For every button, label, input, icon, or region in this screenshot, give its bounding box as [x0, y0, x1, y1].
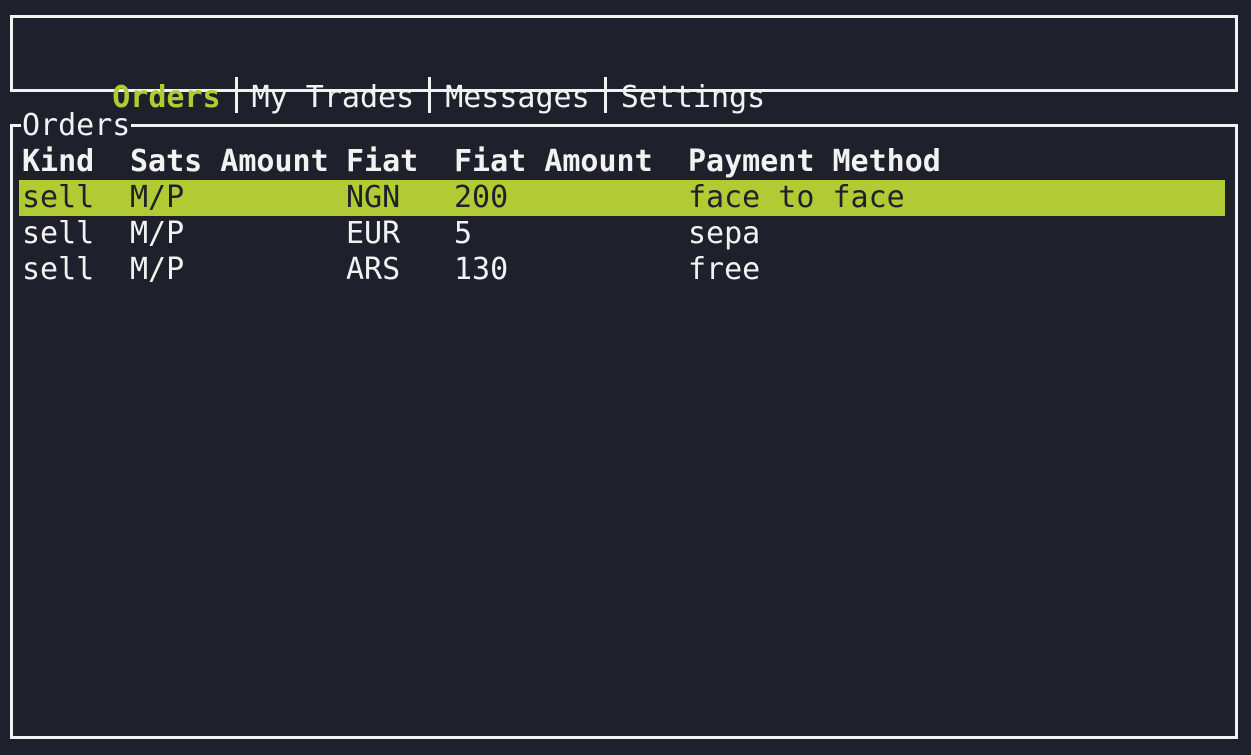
tab-messages[interactable]: Messages: [445, 80, 590, 115]
tab-separator: [234, 77, 238, 113]
column-header-kind: Kind: [22, 144, 95, 179]
tab-separator: [428, 77, 432, 113]
cell-sats-amount: M/P: [130, 252, 185, 287]
cell-fiat-amount: 5: [454, 216, 473, 251]
cell-kind: sell: [22, 216, 95, 251]
orders-panel: Orders Kind Sats Amount Fiat Fiat Amount…: [10, 108, 1238, 739]
orders-table: Kind Sats Amount Fiat Fiat Amount Paymen…: [19, 144, 1225, 288]
cell-kind: sell: [22, 180, 95, 215]
table-row[interactable]: sell M/P EUR 5 sepa: [19, 216, 1225, 252]
cell-kind: sell: [22, 252, 95, 287]
column-header-fiat: Fiat: [346, 144, 419, 179]
cell-fiat: NGN: [346, 180, 401, 215]
column-header-payment-method: Payment Method: [688, 144, 941, 179]
column-header-fiat-amount: Fiat Amount: [454, 144, 653, 179]
tab-settings[interactable]: Settings: [621, 80, 766, 115]
cell-fiat: ARS: [346, 252, 401, 287]
cell-fiat-amount: 200: [454, 180, 509, 215]
panel-title: Orders: [21, 108, 132, 144]
column-header-sats-amount: Sats Amount: [130, 144, 329, 179]
cell-fiat-amount: 130: [454, 252, 509, 287]
cell-sats-amount: M/P: [130, 216, 185, 251]
table-row[interactable]: sell M/P NGN 200 face to face: [19, 180, 1225, 216]
cell-payment-method: sepa: [688, 216, 761, 251]
tab-separator: [603, 77, 607, 113]
tab-bar: Orders My Trades Messages Settings: [10, 15, 1238, 115]
cell-payment-method: free: [688, 252, 761, 287]
cell-payment-method: face to face: [688, 180, 905, 215]
table-row[interactable]: sell M/P ARS 130 free: [19, 252, 1225, 288]
table-header: Kind Sats Amount Fiat Fiat Amount Paymen…: [19, 144, 1225, 180]
cell-fiat: EUR: [346, 216, 401, 251]
tab-my-trades[interactable]: My Trades: [252, 80, 415, 115]
cell-sats-amount: M/P: [130, 180, 185, 215]
